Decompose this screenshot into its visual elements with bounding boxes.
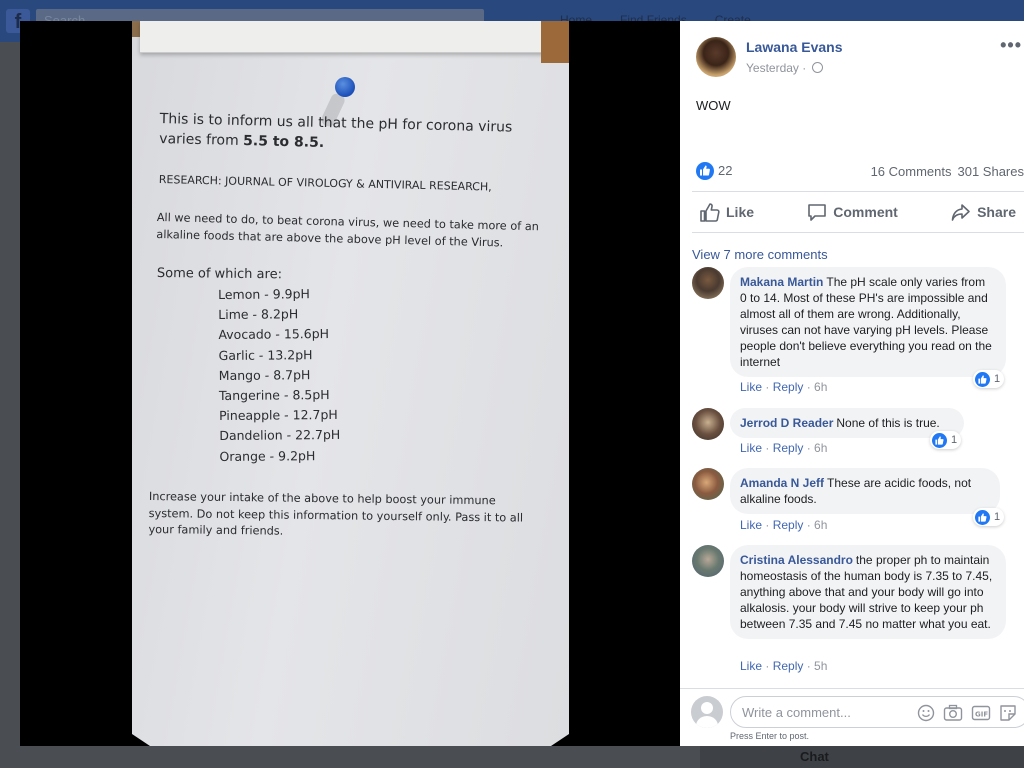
press-enter-hint: Press Enter to post. [730,731,810,741]
comment-reactions[interactable]: 1 [973,508,1005,526]
write-comment-area: GIF Press Enter to post. [680,688,1024,746]
svg-text:GIF: GIF [975,711,988,719]
like-count[interactable]: 22 [718,163,732,178]
comment-meta: Like · Reply · 6h [740,518,828,532]
comment-reply-link[interactable]: Reply [773,659,804,673]
comment-time[interactable]: 6h [814,441,827,455]
engagement-counts: 16 Comments 301 Shares [865,164,1024,179]
food-item: Lime - 8.2pH [218,306,299,323]
photo-heading-prefix: varies from [159,130,244,150]
reaction-count: 1 [994,373,1001,385]
comment-attachment-icons: GIF [917,704,1024,727]
thumbs-up-icon [975,371,990,387]
food-item: Avocado - 15.6pH [218,326,330,343]
commenter-avatar[interactable] [692,545,724,577]
comment-meta: Like · Reply · 6h [740,380,828,394]
comment-button[interactable]: Comment [799,203,906,222]
comment-like-link[interactable]: Like [740,441,762,455]
photo-some-of-which: Some of which are: [156,266,283,283]
more-options-icon[interactable]: ••• [1000,35,1022,56]
reaction-count: 1 [994,511,1001,523]
commenter-avatar[interactable] [692,408,724,440]
photo-top-paper [140,21,545,53]
comment-bubble: Jerrod D Reader None of this is true. [730,408,964,438]
share-button-label: Share [977,204,1016,220]
chat-label: Chat [800,749,829,764]
thumbs-up-icon [975,509,990,525]
commenter-name-link[interactable]: Jerrod D Reader [740,416,833,430]
comment-reactions[interactable]: 1 [930,431,962,449]
comment-text: The pH scale only varies from 0 to 14. M… [740,275,992,369]
comment-reply-link[interactable]: Reply [773,441,804,455]
sticker-icon[interactable] [999,704,1017,727]
divider [692,191,1024,192]
thumbs-up-icon [932,432,947,448]
post-text: WOW [696,98,731,113]
comment-time[interactable]: 6h [814,380,827,394]
current-user-avatar [691,696,723,728]
food-item: Dandelion - 22.7pH [219,427,341,444]
photo-heading-range: 5.5 to 8.5. [242,133,325,152]
food-item: Mango - 8.7pH [218,366,311,383]
view-more-comments-link[interactable]: View 7 more comments [692,247,828,262]
food-item: Orange - 9.2pH [219,447,316,464]
food-item: Garlic - 13.2pH [218,346,313,363]
author-name-link[interactable]: Lawana Evans [746,39,843,55]
comment-bubble: Makana Martin The pH scale only varies fr… [730,267,1006,377]
comment-meta: Like · Reply · 5h [740,659,828,673]
like-button-label: Like [726,204,755,220]
post-actions: Like Comment Share [692,193,1024,231]
photo-paragraph-2: Increase your intake of the above to hel… [148,489,523,543]
photo-paragraph-1: All we need to do, to beat corona virus,… [156,209,539,252]
photo-corner-wood-right [541,21,569,63]
comment-like-link[interactable]: Like [740,518,762,532]
emoji-icon[interactable] [917,704,935,727]
gif-icon[interactable]: GIF [971,704,991,727]
comments-section: View 7 more comments Makana Martin The pH… [680,233,1024,688]
post-side-panel: Lawana Evans Yesterday · ••• WOW 22 16 C… [680,21,1024,746]
comment-reply-link[interactable]: Reply [773,380,804,394]
comment-like-link[interactable]: Like [740,380,762,394]
food-item: Lemon - 9.9pH [218,286,310,302]
push-pin-icon [335,77,355,97]
comment-button-label: Comment [833,204,898,220]
thumbs-up-icon [700,202,720,222]
like-button[interactable]: Like [692,202,762,222]
comment-meta: Like · Reply · 6h [740,441,828,455]
author-avatar[interactable] [696,37,736,77]
commenter-avatar[interactable] [692,468,724,500]
post-time-text[interactable]: Yesterday · [746,61,806,75]
photo-bottom-edge [132,734,569,746]
post-timestamp: Yesterday · [746,61,823,75]
commenter-name-link[interactable]: Cristina Alessandro [740,553,853,567]
comments-count-link[interactable]: 16 Comments [871,164,952,179]
share-button[interactable]: Share [943,203,1024,222]
comment-time[interactable]: 5h [814,659,827,673]
background-chat-bar: Chat [700,746,1024,768]
shares-count-link[interactable]: 301 Shares [958,164,1024,179]
photo-lightbox: This is to inform us all that the pH for… [20,21,680,746]
post-photo[interactable]: This is to inform us all that the pH for… [132,21,569,746]
food-item: Tangerine - 8.5pH [218,386,330,403]
reaction-count: 1 [951,434,958,446]
photo-heading: This is to inform us all that the pH for… [159,109,512,158]
camera-icon[interactable] [943,704,963,727]
comment-reply-link[interactable]: Reply [773,518,804,532]
comment-time[interactable]: 6h [814,518,827,532]
commenter-name-link[interactable]: Makana Martin [740,275,823,289]
commenter-name-link[interactable]: Amanda N Jeff [740,476,824,490]
globe-icon [811,62,823,73]
share-icon [951,203,970,221]
commenter-avatar[interactable] [692,267,724,299]
photo-research-line: RESEARCH: JOURNAL OF VIROLOGY & ANTIVIRA… [158,173,492,194]
comment-bubble: Amanda N Jeff These are acidic foods, not… [730,468,1000,514]
photo-food-list: Lemon - 9.9pH Lime - 8.2pH Avocado - 15.… [218,286,341,469]
comment-icon [808,203,827,221]
food-item: Pineapple - 12.7pH [219,407,338,424]
comment-text: None of this is true. [836,416,940,430]
comment-reactions[interactable]: 1 [973,370,1005,388]
comment-like-link[interactable]: Like [740,659,762,673]
comment-bubble: Cristina Alessandro the proper ph to main… [730,545,1006,639]
like-reaction-icon[interactable] [696,162,714,180]
